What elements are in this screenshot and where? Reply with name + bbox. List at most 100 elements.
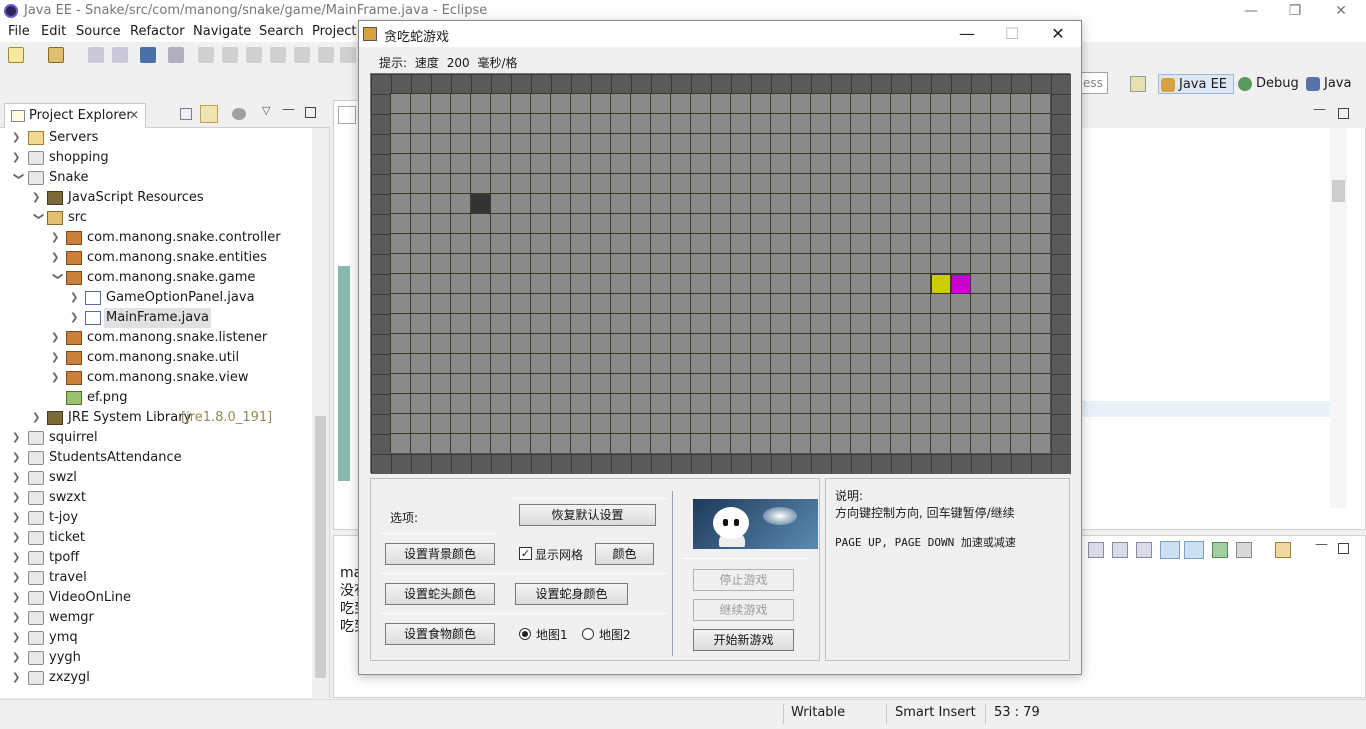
- display-console-icon[interactable]: [1236, 542, 1252, 558]
- menu-source[interactable]: Source: [76, 24, 121, 39]
- skip-breakpoints-icon[interactable]: [168, 47, 184, 63]
- expand-icon[interactable]: ❯: [12, 488, 24, 508]
- minimize-icon[interactable]: —: [1228, 1, 1274, 21]
- minimize-editor-icon[interactable]: —: [1313, 102, 1326, 117]
- menu-search[interactable]: Search: [259, 24, 304, 39]
- menu-file[interactable]: File: [8, 24, 30, 39]
- new-project-icon[interactable]: [48, 47, 64, 63]
- minimize-console-icon[interactable]: —: [1315, 537, 1328, 552]
- perspective-java-ee[interactable]: Java EE: [1158, 74, 1235, 94]
- collapse-icon[interactable]: ❯: [28, 212, 48, 224]
- expand-icon[interactable]: ❯: [32, 408, 44, 428]
- filters-icon[interactable]: [232, 108, 246, 120]
- scrollbar-thumb[interactable]: [315, 416, 326, 678]
- expand-icon[interactable]: ❯: [12, 428, 24, 448]
- expand-icon[interactable]: ❯: [12, 668, 24, 688]
- expand-icon[interactable]: ❯: [70, 288, 82, 308]
- collapse-all-icon[interactable]: [180, 108, 192, 120]
- expand-icon[interactable]: ❯: [70, 308, 82, 328]
- menu-navigate[interactable]: Navigate: [193, 24, 251, 39]
- tab-project-explorer[interactable]: Project Explorer ✕: [4, 103, 146, 128]
- map1-radio[interactable]: [519, 628, 531, 640]
- expand-icon[interactable]: ❯: [51, 368, 63, 388]
- set-food-color-button[interactable]: 设置食物颜色: [385, 623, 495, 645]
- expand-icon[interactable]: ❯: [51, 248, 63, 268]
- set-head-color-button[interactable]: 设置蛇头颜色: [385, 583, 495, 605]
- expand-icon[interactable]: ❯: [12, 608, 24, 628]
- set-background-color-button[interactable]: 设置背景颜色: [385, 543, 495, 565]
- scroll-lock-icon[interactable]: [1112, 542, 1128, 558]
- pin-console-icon[interactable]: [1212, 542, 1228, 558]
- console-view-icon[interactable]: [140, 47, 156, 63]
- perspective-debug[interactable]: Debug: [1236, 74, 1299, 94]
- editor-scrollbar-thumb[interactable]: [1332, 180, 1345, 202]
- expand-icon[interactable]: ❯: [12, 628, 24, 648]
- maximize-view-icon[interactable]: [305, 107, 316, 118]
- clear-console-icon[interactable]: [1088, 542, 1104, 558]
- map2-radio[interactable]: [582, 628, 594, 640]
- show-grid-checkbox[interactable]: ✓: [519, 547, 532, 560]
- close-icon[interactable]: ✕: [1318, 1, 1364, 21]
- expand-icon[interactable]: ❯: [12, 468, 24, 488]
- maximize-console-icon[interactable]: [1338, 543, 1349, 554]
- link-with-editor-icon[interactable]: [200, 105, 218, 123]
- editor-scrollbar[interactable]: [1330, 128, 1347, 508]
- explorer-scrollbar[interactable]: [312, 128, 329, 698]
- new-game-button[interactable]: 开始新游戏: [693, 629, 794, 651]
- resume-game-button[interactable]: 继续游戏: [693, 599, 794, 621]
- expand-icon[interactable]: ❯: [12, 528, 24, 548]
- expand-icon[interactable]: ❯: [12, 588, 24, 608]
- expand-icon[interactable]: ❯: [12, 548, 24, 568]
- package-icon: [66, 231, 82, 245]
- grid-color-button[interactable]: 颜色: [595, 543, 654, 565]
- save-icon[interactable]: [88, 47, 104, 63]
- open-perspective-icon[interactable]: [1130, 76, 1146, 92]
- disconnect-icon[interactable]: [270, 47, 286, 63]
- expand-icon[interactable]: ❯: [12, 508, 24, 528]
- expand-icon[interactable]: ❯: [51, 328, 63, 348]
- maximize-editor-icon[interactable]: [1338, 108, 1349, 119]
- show-console-stdout-icon[interactable]: [1160, 541, 1180, 559]
- suspend-icon[interactable]: [222, 47, 238, 63]
- menu-refactor[interactable]: Refactor: [130, 24, 185, 39]
- expand-icon[interactable]: ❯: [12, 148, 24, 168]
- save-all-icon[interactable]: [112, 47, 128, 63]
- word-wrap-icon[interactable]: [1136, 542, 1152, 558]
- restore-icon[interactable]: ❐: [1272, 1, 1318, 21]
- game-close-icon[interactable]: ✕: [1035, 24, 1081, 44]
- map2-label: 地图2: [599, 628, 631, 642]
- menu-project[interactable]: Project: [312, 24, 356, 39]
- step-over-icon[interactable]: [318, 47, 334, 63]
- expand-icon[interactable]: ❯: [51, 348, 63, 368]
- minimize-view-icon[interactable]: —: [282, 102, 295, 117]
- expand-icon[interactable]: ❯: [12, 128, 24, 148]
- new-icon[interactable]: [8, 47, 24, 63]
- close-tab-icon[interactable]: ✕: [129, 108, 139, 122]
- expand-icon[interactable]: ❯: [12, 568, 24, 588]
- open-console-icon[interactable]: [1275, 542, 1291, 558]
- step-into-icon[interactable]: [294, 47, 310, 63]
- stop-game-button[interactable]: 停止游戏: [693, 569, 794, 591]
- game-board[interactable]: [370, 73, 1071, 474]
- game-minimize-icon[interactable]: —: [944, 24, 990, 44]
- terminate-icon[interactable]: [246, 47, 262, 63]
- set-body-color-button[interactable]: 设置蛇身颜色: [515, 583, 628, 605]
- java-app-icon: [363, 27, 377, 41]
- tree-item-label: swzxt: [49, 490, 87, 505]
- expand-icon[interactable]: ❯: [51, 228, 63, 248]
- collapse-icon[interactable]: ❯: [8, 172, 28, 184]
- java-editor-tab-icon[interactable]: [338, 106, 356, 124]
- menu-edit[interactable]: Edit: [41, 24, 66, 39]
- view-menu-icon[interactable]: ▽: [262, 104, 270, 117]
- expand-icon[interactable]: ❯: [32, 188, 44, 208]
- project-icon: [28, 571, 44, 585]
- restore-defaults-button[interactable]: 恢复默认设置: [519, 504, 656, 526]
- expand-icon[interactable]: ❯: [12, 448, 24, 468]
- perspective-java[interactable]: Java: [1304, 74, 1351, 94]
- step-return-icon[interactable]: [340, 47, 356, 63]
- show-console-stderr-icon[interactable]: [1184, 541, 1204, 559]
- resume-icon[interactable]: [198, 47, 214, 63]
- quick-access-input[interactable]: ess: [1080, 72, 1108, 94]
- collapse-icon[interactable]: ❯: [47, 272, 67, 284]
- expand-icon[interactable]: ❯: [12, 648, 24, 668]
